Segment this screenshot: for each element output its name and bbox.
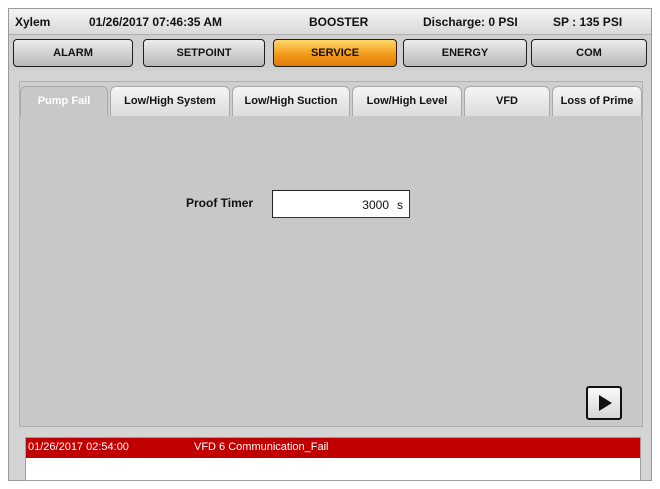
play-arrow-icon — [599, 395, 612, 411]
subtab-low-high-system[interactable]: Low/High System — [110, 86, 230, 116]
service-panel: Pump Fail Low/High System Low/High Sucti… — [19, 81, 643, 427]
proof-timer-input[interactable]: 3000 s — [272, 190, 410, 218]
subtab-low-high-level[interactable]: Low/High Level — [352, 86, 462, 116]
alarm-timestamp: 01/26/2017 02:54:00 — [28, 441, 129, 453]
status-header: Xylem 01/26/2017 07:46:35 AM BOOSTER Dis… — [9, 9, 651, 35]
nav-tab-energy[interactable]: ENERGY — [403, 39, 527, 67]
datetime-label: 01/26/2017 07:46:35 AM — [89, 15, 222, 29]
subtab-vfd[interactable]: VFD — [464, 86, 550, 116]
nav-tab-alarm[interactable]: ALARM — [13, 39, 133, 67]
service-subtabs: Pump Fail Low/High System Low/High Sucti… — [20, 82, 642, 116]
next-page-button[interactable] — [586, 386, 622, 420]
subtab-pump-fail[interactable]: Pump Fail — [20, 86, 108, 116]
proof-timer-label: Proof Timer — [186, 196, 254, 210]
pump-fail-content: Proof Timer 3000 s — [20, 116, 642, 426]
setpoint-readout: SP : 135 PSI — [553, 15, 623, 29]
alarm-row[interactable]: 01/26/2017 02:54:00 VFD 6 Communication_… — [26, 438, 640, 458]
discharge-readout: Discharge: 0 PSI — [423, 15, 518, 29]
nav-tab-com[interactable]: COM — [531, 39, 647, 67]
subtab-low-high-suction[interactable]: Low/High Suction — [232, 86, 350, 116]
proof-timer-unit: s — [397, 198, 403, 212]
nav-tab-setpoint[interactable]: SETPOINT — [143, 39, 265, 67]
brand-label: Xylem — [15, 15, 51, 29]
main-nav: ALARM SETPOINT SERVICE ENERGY COM — [9, 35, 651, 71]
alarm-message: VFD 6 Communication_Fail — [194, 441, 329, 453]
nav-tab-service[interactable]: SERVICE — [273, 39, 397, 67]
mode-label: BOOSTER — [309, 15, 369, 29]
hmi-window: Xylem 01/26/2017 07:46:35 AM BOOSTER Dis… — [8, 8, 652, 481]
alarm-log: 01/26/2017 02:54:00 VFD 6 Communication_… — [25, 437, 641, 481]
subtab-loss-of-prime[interactable]: Loss of Prime — [552, 86, 642, 116]
proof-timer-value: 3000 — [362, 198, 389, 212]
